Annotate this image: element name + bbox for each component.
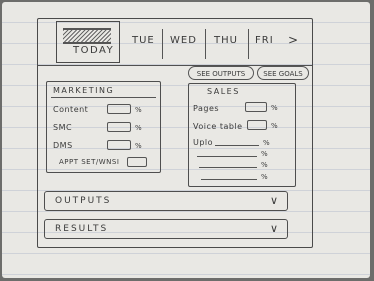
outputs-label: OUTPUTS xyxy=(55,196,112,206)
percent-label: % xyxy=(263,139,270,147)
results-label: RESULTS xyxy=(55,224,109,234)
marketing-row-label: Content xyxy=(53,105,89,114)
marketing-row-label: SMC xyxy=(53,123,73,132)
marketing-title: MARKETING xyxy=(53,86,115,95)
percent-label: % xyxy=(271,104,278,112)
marketing-row-input[interactable] xyxy=(107,122,131,132)
scribble-mark xyxy=(63,28,111,44)
tab-today[interactable]: TODAY xyxy=(56,21,120,63)
sales-row-line xyxy=(201,179,257,181)
sales-row-input[interactable] xyxy=(245,102,267,112)
chevron-right-icon[interactable]: > xyxy=(288,33,298,47)
day-tab-bar: TODAY TUE WED THU FRI > xyxy=(38,19,312,66)
see-goals-button[interactable]: SEE GOALS xyxy=(257,66,309,80)
percent-label: % xyxy=(261,161,268,169)
chevron-down-icon[interactable]: ∨ xyxy=(270,194,278,207)
sales-title: SALES xyxy=(207,87,240,96)
marketing-row-label: DMS xyxy=(53,141,73,150)
tab-divider xyxy=(248,29,250,59)
tab-today-label: TODAY xyxy=(73,45,115,56)
title-divider xyxy=(51,97,156,99)
sales-row-label: Voice table xyxy=(193,122,243,131)
sales-card: SALES Pages % Voice table % Uplo % % % % xyxy=(188,83,296,187)
percent-label: % xyxy=(261,173,268,181)
marketing-row-input[interactable] xyxy=(107,140,131,150)
tab-fri[interactable]: FRI xyxy=(255,35,274,46)
sales-row-input[interactable] xyxy=(247,120,267,130)
marketing-card: MARKETING Content % SMC % DMS % APPT SET… xyxy=(46,81,161,173)
tab-wed[interactable]: WED xyxy=(170,35,197,46)
results-section[interactable]: RESULTS ∨ xyxy=(44,219,288,239)
sales-row-line xyxy=(215,145,259,147)
tab-divider xyxy=(162,29,164,59)
sales-row-label: Pages xyxy=(193,104,220,113)
percent-label: % xyxy=(135,124,142,132)
sales-row-label: Uplo xyxy=(193,138,214,147)
chevron-down-icon[interactable]: ∨ xyxy=(270,222,278,235)
marketing-row-input[interactable] xyxy=(107,104,131,114)
sales-row-line xyxy=(199,167,257,169)
percent-label: % xyxy=(261,150,268,158)
marketing-row-label: APPT SET/WNSI xyxy=(59,158,120,166)
tab-tue[interactable]: TUE xyxy=(132,35,155,46)
see-outputs-button[interactable]: SEE OUTPUTS xyxy=(188,66,254,80)
percent-label: % xyxy=(135,142,142,150)
app-frame: TODAY TUE WED THU FRI > SEE OUTPUTS SEE … xyxy=(37,18,313,248)
marketing-row-input[interactable] xyxy=(127,157,147,167)
sales-row-line xyxy=(197,156,257,158)
tab-thu[interactable]: THU xyxy=(214,35,238,46)
tab-divider xyxy=(205,29,207,59)
percent-label: % xyxy=(135,106,142,114)
percent-label: % xyxy=(271,122,278,130)
outputs-section[interactable]: OUTPUTS ∨ xyxy=(44,191,288,211)
